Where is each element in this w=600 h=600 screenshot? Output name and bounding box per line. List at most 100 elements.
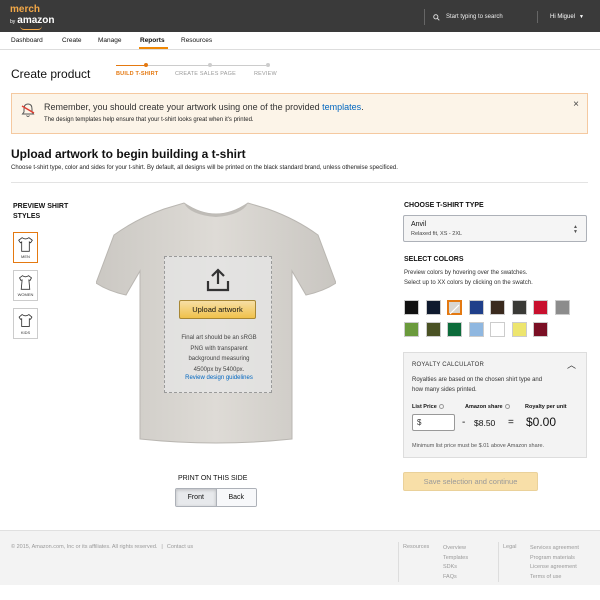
tshirt-kids-icon — [18, 314, 33, 327]
footer-link-templates[interactable]: Templates — [443, 554, 468, 564]
merch-logo[interactable]: merch by amazon — [10, 5, 55, 26]
footer-link-sdks[interactable]: SDKs — [443, 563, 468, 573]
color-swatch[interactable] — [511, 300, 527, 315]
artwork-line: 4500px by 5400px. — [193, 366, 245, 373]
footer-legal-links: Services agreement Program materials Lic… — [530, 544, 579, 582]
save-continue-button[interactable]: Save selection and continue — [403, 472, 538, 491]
step-build-tshirt: BUILD T-SHIRT — [116, 71, 159, 77]
color-swatch[interactable] — [404, 322, 419, 337]
footer-link-terms-of-use[interactable]: Terms of use — [530, 573, 579, 583]
divider — [11, 182, 588, 183]
select-colors-title: SELECT COLORS — [404, 256, 464, 263]
tshirt-type-select[interactable]: Anvil Relaxed fit, XS - 2XL ▲ ▼ — [403, 215, 587, 242]
footer-link-license-agreement[interactable]: License agreement — [530, 563, 579, 573]
upload-artwork-button[interactable]: Upload artwork — [179, 300, 256, 319]
bell-icon — [21, 103, 35, 117]
royalty-value: $0.00 — [526, 415, 557, 429]
minus-sign: - — [462, 417, 466, 428]
color-swatch[interactable] — [468, 322, 484, 337]
nav-item-manage[interactable]: Manage — [98, 37, 122, 44]
notice-subtext: The design templates help ensure that yo… — [44, 117, 254, 123]
search-bar[interactable]: Start typing to search — [424, 9, 503, 25]
royalty-label: Royalty per unit — [525, 404, 567, 410]
list-price-input[interactable]: $ — [412, 414, 455, 431]
user-menu[interactable]: Hi Miguel ▼ — [537, 11, 584, 23]
design-guidelines-link[interactable]: Review design guidelines — [167, 375, 271, 381]
style-women[interactable]: WOMEN — [13, 270, 38, 301]
amazon-share-value: $8.50 — [474, 418, 496, 428]
logo-amazon-word: amazon — [17, 15, 55, 26]
style-kids[interactable]: KIDS — [13, 308, 38, 339]
print-area[interactable]: Upload artwork Final art should be an sR… — [164, 256, 272, 393]
tshirt-type-sub: Relaxed fit, XS - 2XL — [411, 231, 463, 237]
color-swatch[interactable] — [425, 322, 441, 337]
info-icon[interactable] — [438, 404, 444, 410]
style-kids-label: KIDS — [20, 330, 31, 335]
notice-message: Remember, you should create your artwork… — [44, 102, 364, 112]
nav-item-resources[interactable]: Resources — [181, 37, 212, 44]
close-icon[interactable]: × — [573, 99, 579, 110]
main-nav: Dashboard Create Manage Reports Resource… — [0, 32, 600, 50]
search-placeholder: Start typing to search — [446, 14, 503, 20]
copyright: © 2015, Amazon.com, Inc or its affiliate… — [11, 544, 193, 550]
step-line — [116, 65, 146, 66]
step-line — [148, 65, 266, 66]
top-bar: merch by amazon Start typing to search Hi… — [0, 0, 600, 32]
templates-notice: Remember, you should create your artwork… — [11, 93, 588, 134]
color-swatch[interactable] — [404, 300, 419, 315]
progress-steps: BUILD T-SHIRT CREATE SALES PAGE REVIEW — [116, 62, 286, 82]
footer-link-overview[interactable]: Overview — [443, 544, 468, 554]
print-side-title: PRINT ON THIS SIDE — [178, 475, 248, 482]
colors-desc-line: Preview colors by hovering over the swat… — [404, 270, 528, 276]
footer: © 2015, Amazon.com, Inc or its affiliate… — [0, 530, 600, 585]
upload-icon — [206, 268, 230, 292]
minimum-price-note: Minimum list price must be $.01 above Am… — [412, 443, 545, 449]
front-button[interactable]: Front — [176, 489, 217, 506]
footer-link-services-agreement[interactable]: Services agreement — [530, 544, 579, 554]
color-swatch[interactable] — [447, 300, 462, 315]
color-swatch[interactable] — [533, 300, 548, 315]
templates-link[interactable]: templates — [322, 102, 361, 112]
footer-link-program-materials[interactable]: Program materials — [530, 554, 579, 564]
contact-us-link[interactable]: Contact us — [167, 544, 193, 550]
select-arrows-icon: ▲ ▼ — [573, 224, 578, 235]
swatch-slash-icon — [449, 304, 460, 315]
colors-desc-line: Select up to XX colors by clicking on th… — [404, 280, 533, 286]
royalty-calculator: ROYALTY CALCULATOR ︿ Royalties are based… — [403, 352, 587, 458]
color-swatch[interactable] — [490, 322, 505, 337]
footer-resources-links: Overview Templates SDKs FAQs — [443, 544, 468, 582]
tshirt-type-title: CHOOSE T-SHIRT TYPE — [404, 202, 484, 209]
print-side-toggle: Front Back — [175, 488, 257, 507]
color-swatch[interactable] — [533, 322, 548, 337]
nav-item-reports[interactable]: Reports — [140, 37, 165, 44]
color-swatch[interactable] — [511, 322, 527, 337]
page-title: Create product — [11, 67, 91, 81]
royalty-description: Royalties are based on the chosen shirt … — [412, 375, 582, 395]
info-icon[interactable] — [504, 404, 510, 410]
style-men[interactable]: MEN — [13, 232, 38, 263]
amazon-share-label-text: Amazon share — [465, 404, 503, 410]
royalty-desc-line: Royalties are based on the chosen shirt … — [412, 377, 543, 383]
footer-legal-title: Legal — [503, 544, 517, 550]
notice-text: Remember, you should create your artwork… — [44, 102, 323, 112]
step-dot — [266, 63, 270, 67]
royalty-desc-line: how many sides printed. — [412, 387, 477, 393]
back-button[interactable]: Back — [216, 489, 256, 506]
amazon-share-label: Amazon share — [465, 404, 510, 410]
equals-sign: = — [508, 417, 514, 428]
footer-divider — [398, 542, 399, 582]
footer-link-faqs[interactable]: FAQs — [443, 573, 468, 583]
amazon-smile-icon — [20, 26, 42, 30]
chevron-up-icon[interactable]: ︿ — [567, 358, 576, 371]
color-swatch[interactable] — [490, 300, 505, 315]
logo-merch-text: merch — [10, 4, 41, 15]
search-icon — [433, 13, 440, 21]
active-nav-indicator — [139, 47, 168, 49]
color-swatch[interactable] — [425, 300, 441, 315]
color-swatch[interactable] — [468, 300, 484, 315]
color-swatch[interactable] — [554, 300, 570, 315]
upload-description: Choose t-shirt type, color and sides for… — [11, 165, 398, 171]
nav-item-create[interactable]: Create — [62, 37, 82, 44]
nav-item-dashboard[interactable]: Dashboard — [11, 37, 43, 44]
color-swatch[interactable] — [447, 322, 462, 337]
